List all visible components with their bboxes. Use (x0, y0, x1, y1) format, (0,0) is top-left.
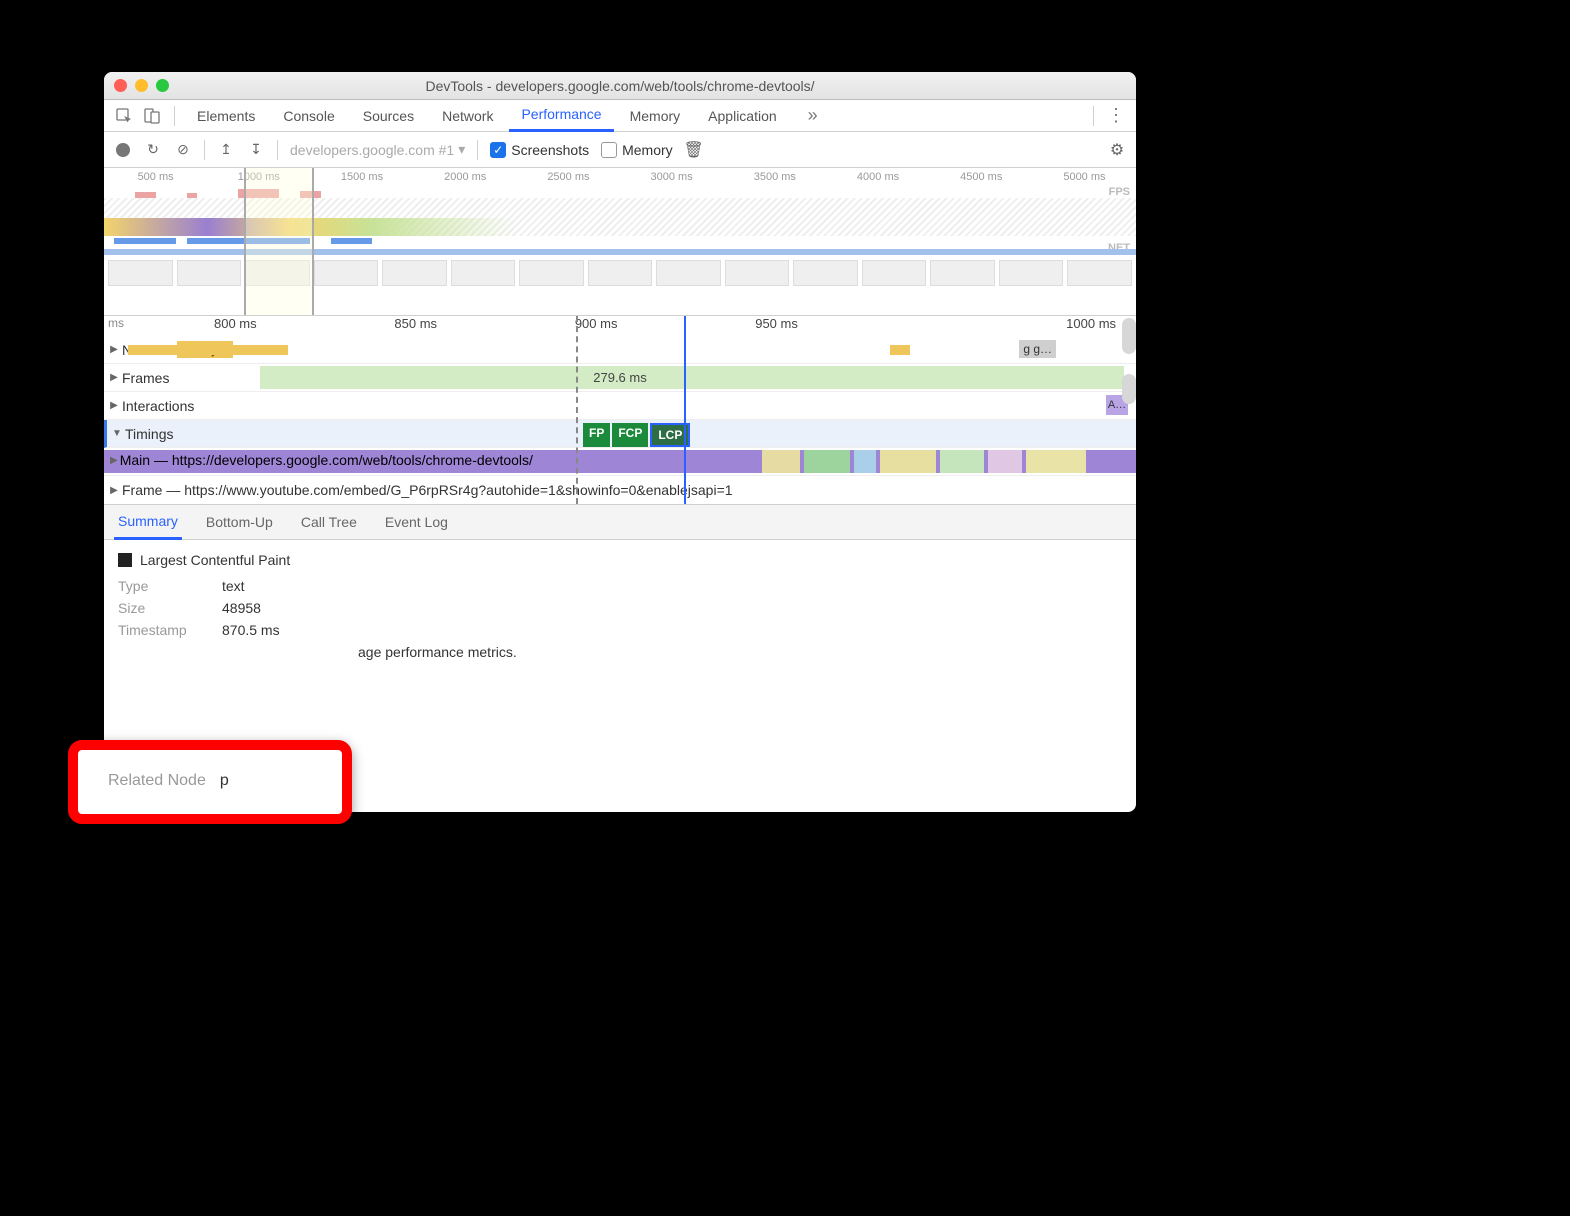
track-frames[interactable]: ▶ Frames 279.6 ms (104, 364, 1136, 392)
reload-record-icon[interactable]: ↻ (144, 141, 162, 159)
devtools-window: DevTools - developers.google.com/web/too… (104, 72, 1136, 812)
more-tabs-icon[interactable]: » (801, 104, 825, 128)
screenshots-label: Screenshots (511, 142, 589, 158)
close-button[interactable] (114, 79, 127, 92)
tab-network[interactable]: Network (430, 100, 505, 132)
kebab-menu-icon[interactable]: ⋮ (1104, 104, 1128, 128)
session-select[interactable]: developers.google.com #1 ▾ (290, 141, 465, 158)
tab-performance[interactable]: Performance (509, 100, 613, 132)
tab-elements[interactable]: Elements (185, 100, 267, 132)
expand-icon[interactable]: ▶ (108, 372, 120, 383)
collapse-icon[interactable]: ▼ (111, 428, 123, 439)
track-frame[interactable]: ▶ Frame — https://www.youtube.com/embed/… (104, 476, 1136, 504)
timing-markers: FP FCP LCP (583, 423, 690, 447)
traffic-lights (114, 79, 169, 92)
dashed-marker (576, 316, 578, 504)
tab-application[interactable]: Application (696, 100, 789, 132)
track-main[interactable]: ▶ Main — https://developers.google.com/w… (104, 448, 1136, 476)
checkbox-on-icon: ✓ (490, 142, 506, 158)
metrics-text-fragment: age performance metrics. (358, 644, 517, 660)
session-label: developers.google.com #1 (290, 142, 454, 158)
summary-title: Largest Contentful Paint (140, 552, 290, 568)
tab-sources[interactable]: Sources (351, 100, 426, 132)
main-panel-tabs: Elements Console Sources Network Perform… (104, 100, 1136, 132)
chevron-down-icon: ▾ (458, 141, 465, 158)
network-bar (890, 345, 910, 355)
track-network[interactable]: ▶ Network survey… g g… (104, 336, 1136, 364)
fp-marker[interactable]: FP (583, 423, 610, 447)
tab-event-log[interactable]: Event Log (381, 504, 452, 540)
tab-summary[interactable]: Summary (114, 504, 182, 540)
summary-panel: Largest Contentful Paint Typetext Size48… (104, 540, 1136, 678)
frame-duration: 279.6 ms (593, 370, 646, 385)
performance-toolbar: ↻ ⊘ ↥ ↧ developers.google.com #1 ▾ ✓ Scr… (104, 132, 1136, 168)
fcp-marker[interactable]: FCP (612, 423, 648, 447)
tab-call-tree[interactable]: Call Tree (297, 504, 361, 540)
clear-icon[interactable]: ⊘ (174, 141, 192, 159)
network-bar (128, 345, 288, 355)
window-title: DevTools - developers.google.com/web/too… (104, 78, 1136, 94)
related-node-value[interactable]: p (220, 772, 229, 790)
overview-panel[interactable]: 500 ms 1000 ms 1500 ms 2000 ms 2500 ms 3… (104, 168, 1136, 316)
record-button[interactable] (114, 141, 132, 159)
lcp-timestamp: 870.5 ms (222, 622, 280, 638)
expand-icon[interactable]: ▶ (110, 455, 118, 466)
save-profile-icon[interactable]: ↧ (247, 141, 265, 159)
main-thread-label: Main — https://developers.google.com/web… (120, 452, 533, 468)
titlebar: DevTools - developers.google.com/web/too… (104, 72, 1136, 100)
expand-icon[interactable]: ▶ (108, 344, 120, 355)
frame-bar (260, 366, 1124, 389)
detail-ruler: ms 800 ms 850 ms 900 ms 950 ms 1000 ms (104, 316, 1136, 336)
tab-memory[interactable]: Memory (618, 100, 693, 132)
zoom-button[interactable] (156, 79, 169, 92)
expand-icon[interactable]: ▶ (108, 400, 120, 411)
scrollbar[interactable] (1122, 318, 1136, 354)
minimize-button[interactable] (135, 79, 148, 92)
load-profile-icon[interactable]: ↥ (217, 141, 235, 159)
network-item-tail[interactable]: g g… (1019, 340, 1056, 358)
memory-checkbox[interactable]: Memory (601, 142, 673, 158)
track-timings[interactable]: ▼ Timings FP FCP LCP (104, 420, 1136, 448)
overview-selection[interactable] (244, 168, 314, 315)
device-toggle-icon[interactable] (140, 104, 164, 128)
scrollbar[interactable] (1122, 374, 1136, 404)
track-interactions[interactable]: ▶ Interactions A… (104, 392, 1136, 420)
checkbox-off-icon (601, 142, 617, 158)
color-swatch (118, 553, 132, 567)
garbage-collect-icon[interactable]: 🗑 (685, 141, 703, 159)
memory-label: Memory (622, 142, 673, 158)
tab-console[interactable]: Console (271, 100, 346, 132)
related-node-label: Related Node (108, 772, 206, 790)
expand-icon[interactable]: ▶ (108, 485, 120, 496)
current-time-marker[interactable] (684, 316, 686, 504)
settings-gear-icon[interactable]: ⚙ (1108, 141, 1126, 159)
flamechart-panel[interactable]: ms 800 ms 850 ms 900 ms 950 ms 1000 ms ▶… (104, 316, 1136, 504)
highlighted-related-node: Related Node p (68, 740, 352, 824)
tab-bottom-up[interactable]: Bottom-Up (202, 504, 277, 540)
screenshots-checkbox[interactable]: ✓ Screenshots (490, 142, 589, 158)
inspect-icon[interactable] (112, 104, 136, 128)
details-tabs: Summary Bottom-Up Call Tree Event Log (104, 504, 1136, 540)
lcp-type: text (222, 578, 245, 594)
lcp-size: 48958 (222, 600, 261, 616)
